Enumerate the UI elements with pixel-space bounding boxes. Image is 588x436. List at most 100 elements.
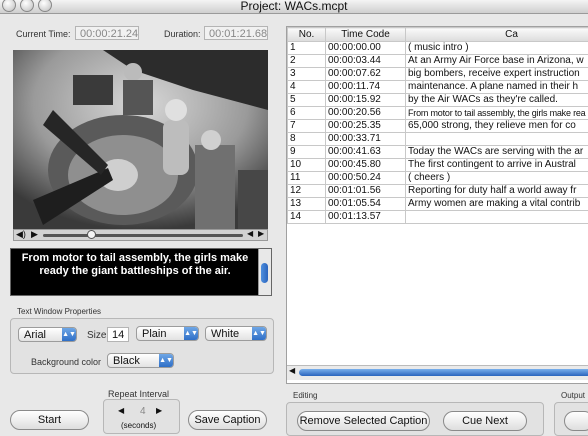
row-number: 14 bbox=[288, 211, 326, 224]
row-caption-text: Today the WACs are serving with the ar bbox=[406, 146, 588, 159]
caption-table-view: No.Time CodeCa 100:00:00.00( music intro… bbox=[286, 26, 588, 384]
row-number: 4 bbox=[288, 81, 326, 94]
row-caption-text: Army women are making a vital contrib bbox=[406, 198, 588, 211]
caption-scroll-thumb[interactable] bbox=[261, 263, 268, 283]
row-time-code: 00:00:20.56 bbox=[326, 107, 406, 120]
video-frame[interactable] bbox=[13, 50, 268, 230]
row-number: 2 bbox=[288, 55, 326, 68]
repeat-decrease-icon[interactable]: ◀ bbox=[118, 406, 124, 415]
table-row[interactable]: 900:00:41.63Today the WACs are serving w… bbox=[288, 146, 588, 159]
video-image bbox=[13, 50, 268, 230]
table-row[interactable]: 200:00:03.44At an Army Air Force base in… bbox=[288, 55, 588, 68]
repeat-increase-icon[interactable]: ▶ bbox=[156, 406, 162, 415]
color-value: White bbox=[211, 328, 239, 340]
size-field[interactable]: 14 bbox=[107, 327, 129, 342]
row-time-code: 00:00:11.74 bbox=[326, 81, 406, 94]
row-number: 11 bbox=[288, 172, 326, 185]
row-number: 3 bbox=[288, 68, 326, 81]
repeat-interval-label: Repeat Interval bbox=[108, 389, 169, 399]
column-header-caption[interactable]: Ca bbox=[406, 28, 588, 42]
style-popup[interactable]: Plain▲▼ bbox=[136, 326, 199, 341]
editing-section-label: Editing bbox=[293, 391, 317, 400]
horizontal-scrollbar[interactable]: ◀ bbox=[287, 365, 588, 380]
caption-text[interactable]: From motor to tail assembly, the girls m… bbox=[13, 252, 257, 278]
repeat-interval-unit: (seconds) bbox=[121, 421, 156, 430]
row-time-code: 00:01:05.54 bbox=[326, 198, 406, 211]
row-time-code: 00:00:50.24 bbox=[326, 172, 406, 185]
row-caption-text bbox=[406, 133, 588, 146]
table-row[interactable]: 1300:01:05.54Army women are making a vit… bbox=[288, 198, 588, 211]
table-row[interactable]: 1200:01:01.56Reporting for duty half a w… bbox=[288, 185, 588, 198]
row-number: 1 bbox=[288, 42, 326, 55]
output-section-label: Output bbox=[561, 391, 585, 400]
table-row[interactable]: 500:00:15.92by the Air WACs as they're c… bbox=[288, 94, 588, 107]
row-caption-text: ( cheers ) bbox=[406, 172, 588, 185]
table-row[interactable]: 300:00:07.62big bombers, receive expert … bbox=[288, 68, 588, 81]
column-header-number[interactable]: No. bbox=[288, 28, 326, 42]
row-caption-text: 65,000 strong, they relieve men for co bbox=[406, 120, 588, 133]
start-button[interactable]: Start bbox=[10, 410, 89, 430]
background-color-value: Black bbox=[113, 355, 140, 367]
step-back-icon[interactable]: ◀ bbox=[247, 229, 253, 238]
table-row[interactable]: 1100:00:50.24( cheers ) bbox=[288, 172, 588, 185]
window-title: Project: WACs.mcpt bbox=[0, 0, 588, 13]
repeat-interval-value[interactable]: 4 bbox=[140, 406, 146, 417]
current-time-label: Current Time: bbox=[16, 29, 71, 39]
row-caption-text: by the Air WACs as they're called. bbox=[406, 94, 588, 107]
color-popup[interactable]: White ▲▼ bbox=[205, 326, 267, 341]
row-caption-text bbox=[406, 211, 588, 224]
caption-table-body: 100:00:00.00( music intro )200:00:03.44A… bbox=[288, 42, 588, 224]
style-value: Plain bbox=[142, 328, 166, 340]
row-caption-text: big bombers, receive expert instruction bbox=[406, 68, 588, 81]
volume-icon[interactable]: ◀) bbox=[16, 229, 26, 240]
table-row[interactable]: 600:00:20.56From motor to tail assembly,… bbox=[288, 107, 588, 120]
row-number: 6 bbox=[288, 107, 326, 120]
play-icon[interactable]: ▶ bbox=[31, 229, 38, 240]
row-time-code: 00:00:03.44 bbox=[326, 55, 406, 68]
background-color-popup[interactable]: Black ▲▼ bbox=[107, 353, 174, 368]
text-props-title: Text Window Properties bbox=[17, 307, 101, 316]
duration-field: 00:01:21.68 bbox=[204, 26, 268, 40]
table-row[interactable]: 1400:01:13.57 bbox=[288, 211, 588, 224]
save-caption-button[interactable]: Save Caption bbox=[188, 410, 267, 430]
row-time-code: 00:00:07.62 bbox=[326, 68, 406, 81]
caption-scrollbar[interactable] bbox=[258, 249, 271, 295]
background-color-label: Background color bbox=[31, 357, 101, 367]
row-caption-text: ( music intro ) bbox=[406, 42, 588, 55]
caption-text-area[interactable]: From motor to tail assembly, the girls m… bbox=[10, 248, 272, 296]
color-popup-arrows-icon: ▲▼ bbox=[252, 327, 266, 340]
row-time-code: 00:00:15.92 bbox=[326, 94, 406, 107]
row-time-code: 00:00:33.71 bbox=[326, 133, 406, 146]
horizontal-scroll-thumb[interactable] bbox=[299, 369, 588, 376]
table-row[interactable]: 400:00:11.74maintenance. A plane named i… bbox=[288, 81, 588, 94]
remove-selected-caption-button[interactable]: Remove Selected Caption bbox=[297, 411, 430, 431]
row-time-code: 00:00:45.80 bbox=[326, 159, 406, 172]
duration-label: Duration: bbox=[164, 29, 201, 39]
caption-table-header: No.Time CodeCa bbox=[288, 28, 588, 42]
row-caption-text: At an Army Air Force base in Arizona, w bbox=[406, 55, 588, 68]
font-popup[interactable]: Arial▲▼ bbox=[18, 327, 77, 342]
row-number: 5 bbox=[288, 94, 326, 107]
column-header-time-code[interactable]: Time Code bbox=[326, 28, 406, 42]
row-caption-text: maintenance. A plane named in their h bbox=[406, 81, 588, 94]
row-time-code: 00:00:25.35 bbox=[326, 120, 406, 133]
current-time-field: 00:00:21.24 bbox=[75, 26, 139, 40]
cue-next-button[interactable]: Cue Next bbox=[443, 411, 527, 431]
table-row[interactable]: 700:00:25.3565,000 strong, they relieve … bbox=[288, 120, 588, 133]
row-caption-text: The first contingent to arrive in Austra… bbox=[406, 159, 588, 172]
scrubber-track[interactable] bbox=[43, 234, 243, 237]
size-label: Size: bbox=[87, 330, 109, 341]
row-time-code: 00:01:01.56 bbox=[326, 185, 406, 198]
output-button[interactable] bbox=[564, 411, 588, 431]
title-bar: Project: WACs.mcpt bbox=[0, 0, 588, 14]
table-row[interactable]: 100:00:00.00( music intro ) bbox=[288, 42, 588, 55]
scroll-left-icon[interactable]: ◀ bbox=[289, 366, 295, 375]
table-row[interactable]: 1000:00:45.80The first contingent to arr… bbox=[288, 159, 588, 172]
table-row[interactable]: 800:00:33.71 bbox=[288, 133, 588, 146]
row-time-code: 00:00:00.00 bbox=[326, 42, 406, 55]
playback-controls: ◀) ▶ ◀ ▶ bbox=[13, 229, 268, 241]
row-time-code: 00:01:13.57 bbox=[326, 211, 406, 224]
step-forward-icon[interactable]: ▶ bbox=[258, 229, 264, 238]
background-popup-arrows-icon: ▲▼ bbox=[159, 354, 173, 367]
scrubber-knob[interactable] bbox=[87, 230, 96, 239]
